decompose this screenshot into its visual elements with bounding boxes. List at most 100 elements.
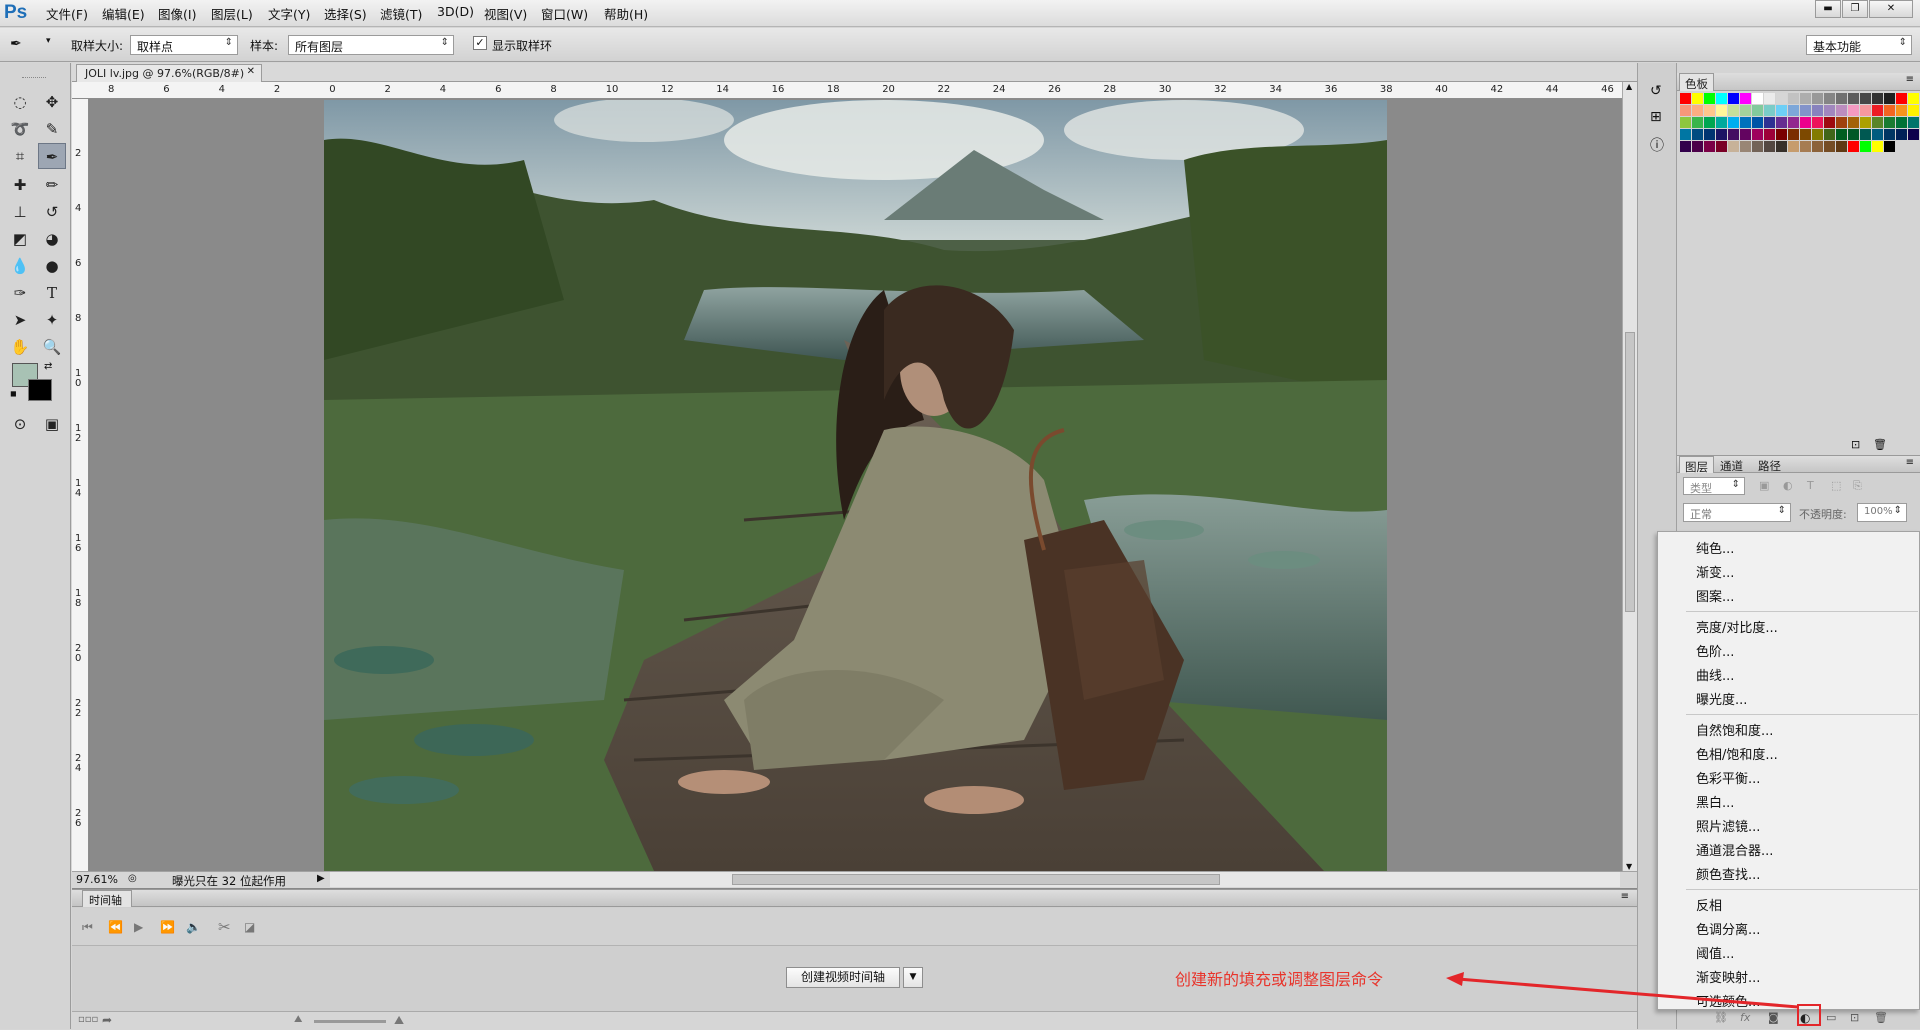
color-swatch[interactable] [1704, 93, 1715, 104]
color-swatch[interactable] [1812, 93, 1823, 104]
menu-filter[interactable]: 滤镜(T) [380, 4, 422, 23]
color-swatch[interactable] [1740, 93, 1751, 104]
menu-view[interactable]: 视图(V) [484, 4, 527, 23]
type-tool-icon[interactable]: T [38, 280, 66, 306]
custom-shape-tool-icon[interactable]: ✦ [38, 307, 66, 333]
filter-adjust-icon[interactable]: ◐ [1783, 479, 1793, 492]
menu-layer[interactable]: 图层(L) [211, 4, 253, 23]
color-swatch[interactable] [1884, 93, 1895, 104]
show-ring-checkbox[interactable]: ✓ [473, 36, 487, 50]
horizontal-scrollbar[interactable] [330, 872, 1620, 887]
color-swatch[interactable] [1836, 129, 1847, 140]
color-swatch[interactable] [1800, 117, 1811, 128]
status-menu-arrow-icon[interactable]: ▶ [317, 873, 325, 884]
color-swatch[interactable] [1800, 141, 1811, 152]
color-swatch[interactable] [1680, 141, 1691, 152]
color-swatch[interactable] [1896, 93, 1907, 104]
menu-item-vibrance[interactable]: 自然饱和度... [1696, 720, 1773, 739]
menu-item-pattern[interactable]: 图案... [1696, 586, 1734, 605]
eyedropper-tool-icon[interactable]: ✒ [38, 143, 66, 169]
color-swatch[interactable] [1860, 141, 1871, 152]
color-swatch[interactable] [1848, 117, 1859, 128]
color-swatch[interactable] [1692, 129, 1703, 140]
color-swatch[interactable] [1776, 129, 1787, 140]
menu-item-curves[interactable]: 曲线... [1696, 665, 1734, 684]
color-swatch[interactable] [1692, 141, 1703, 152]
color-swatch[interactable] [1680, 93, 1691, 104]
color-swatch[interactable] [1740, 141, 1751, 152]
history-panel-icon[interactable]: ↺ [1650, 83, 1662, 99]
color-swatch[interactable] [1908, 141, 1919, 152]
blend-mode-select[interactable]: 正常 [1683, 503, 1791, 522]
new-group-icon[interactable]: ▭ [1826, 1011, 1836, 1024]
color-swatch[interactable] [1860, 105, 1871, 116]
prev-frame-icon[interactable]: ⏪ [108, 920, 123, 934]
color-swatch[interactable] [1824, 129, 1835, 140]
tab-swatches[interactable]: 色板 [1679, 73, 1714, 91]
vertical-scrollbar[interactable]: ▲ ▼ [1622, 82, 1637, 871]
color-swatch[interactable] [1872, 117, 1883, 128]
zoom-tool-icon[interactable]: 🔍 [38, 334, 66, 360]
color-swatch[interactable] [1812, 105, 1823, 116]
move-tool-icon[interactable]: ✥ [38, 89, 66, 115]
create-video-timeline-button[interactable]: 创建视频时间轴 [786, 967, 900, 988]
color-swatch[interactable] [1728, 117, 1739, 128]
color-swatch[interactable] [1848, 93, 1859, 104]
color-swatch[interactable] [1836, 117, 1847, 128]
filter-shape-icon[interactable]: ⬚ [1831, 479, 1841, 492]
paint-bucket-tool-icon[interactable]: ◕ [38, 226, 66, 252]
history-brush-tool-icon[interactable]: ↺ [38, 199, 66, 225]
clone-stamp-tool-icon[interactable]: ⊥ [6, 199, 34, 225]
color-swatch[interactable] [1848, 129, 1859, 140]
color-swatch[interactable] [1752, 129, 1763, 140]
filter-type-icon[interactable]: T [1807, 479, 1814, 492]
color-swatch[interactable] [1788, 105, 1799, 116]
color-swatch[interactable] [1860, 129, 1871, 140]
color-swatch[interactable] [1776, 141, 1787, 152]
color-swatch[interactable] [1884, 129, 1895, 140]
menu-item-brightness-contrast[interactable]: 亮度/对比度... [1696, 617, 1778, 636]
color-swatch[interactable] [1728, 105, 1739, 116]
color-swatch[interactable] [1872, 141, 1883, 152]
healing-brush-tool-icon[interactable]: ✚ [6, 172, 34, 198]
swatches-menu-icon[interactable]: ≡ [1906, 74, 1914, 85]
color-swatch[interactable] [1872, 129, 1883, 140]
menu-item-threshold[interactable]: 阈值... [1696, 943, 1734, 962]
document-tab[interactable]: JOLI lv.jpg @ 97.6%(RGB/8#) ✕ [76, 64, 262, 82]
layer-filter-kind-select[interactable]: 类型 [1683, 477, 1745, 495]
create-timeline-dropdown-icon[interactable]: ▼ [903, 967, 923, 988]
tab-channels[interactable]: 通道 [1715, 456, 1748, 474]
color-swatch[interactable] [1836, 141, 1847, 152]
menu-edit[interactable]: 编辑(E) [102, 4, 145, 23]
tool-preset-arrow-icon[interactable]: ▾ [46, 36, 51, 46]
menu-item-exposure[interactable]: 曝光度... [1696, 689, 1747, 708]
color-swatch[interactable] [1824, 117, 1835, 128]
menu-item-levels[interactable]: 色阶... [1696, 641, 1734, 660]
menu-help[interactable]: 帮助(H) [604, 4, 648, 23]
color-swatch[interactable] [1752, 105, 1763, 116]
color-swatch[interactable] [1824, 141, 1835, 152]
color-swatch[interactable] [1740, 117, 1751, 128]
first-frame-icon[interactable]: ⏮ [82, 920, 93, 935]
color-swatch[interactable] [1812, 117, 1823, 128]
menu-item-channel-mixer[interactable]: 通道混合器... [1696, 840, 1773, 859]
color-swatch[interactable] [1812, 141, 1823, 152]
color-swatch[interactable] [1872, 93, 1883, 104]
swap-colors-icon[interactable]: ⇄ [44, 361, 52, 372]
menu-item-gradient[interactable]: 渐变... [1696, 562, 1734, 581]
eyedropper-icon[interactable]: ✒ [10, 36, 22, 52]
color-swatch[interactable] [1800, 105, 1811, 116]
next-frame-icon[interactable]: ⏩ [160, 920, 175, 934]
color-swatch[interactable] [1896, 129, 1907, 140]
color-swatch[interactable] [1884, 141, 1895, 152]
color-swatch[interactable] [1680, 129, 1691, 140]
hand-tool-icon[interactable]: ✋ [6, 334, 34, 360]
menu-image[interactable]: 图像(I) [158, 4, 196, 23]
color-swatch[interactable] [1884, 105, 1895, 116]
frame-mode-icon[interactable]: ▫▫▫ [78, 1014, 98, 1025]
menu-item-photo-filter[interactable]: 照片滤镜... [1696, 816, 1760, 835]
lasso-tool-icon[interactable]: ➰ [6, 116, 34, 142]
zoom-out-mountain-icon[interactable]: ⛰ [294, 1014, 302, 1025]
menu-item-hue-saturation[interactable]: 色相/饱和度... [1696, 744, 1778, 763]
horizontal-scroll-thumb[interactable] [732, 874, 1220, 885]
